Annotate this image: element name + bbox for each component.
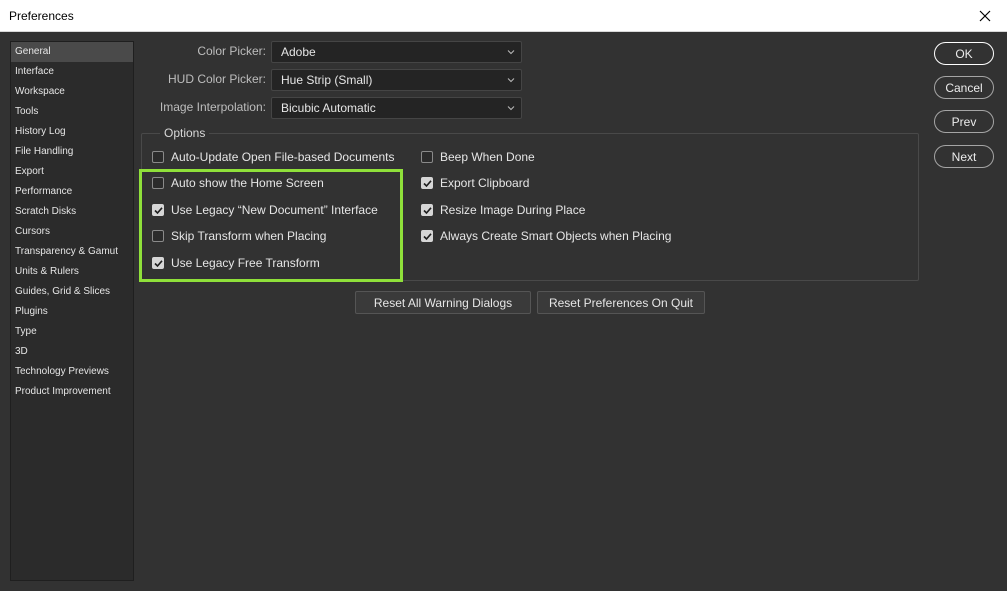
checkbox-box[interactable]: [421, 230, 433, 242]
checkbox-always-smart-objects[interactable]: Always Create Smart Objects when Placing: [421, 228, 671, 244]
sidebar-item-type[interactable]: Type: [11, 322, 133, 342]
reset-warning-dialogs-button[interactable]: Reset All Warning Dialogs: [355, 291, 531, 314]
checkmark-icon: [422, 232, 432, 240]
ok-button[interactable]: OK: [934, 42, 994, 65]
sidebar-item-file-handling[interactable]: File Handling: [11, 142, 133, 162]
sidebar-item-product-improvement[interactable]: Product Improvement: [11, 382, 133, 402]
close-button[interactable]: [963, 0, 1007, 32]
hud-color-picker-label: HUD Color Picker:: [167, 72, 266, 86]
checkbox-box[interactable]: [421, 151, 433, 163]
sidebar-item-transparency-gamut[interactable]: Transparency & Gamut: [11, 242, 133, 262]
checkbox-box[interactable]: [152, 177, 164, 189]
sidebar-item-workspace[interactable]: Workspace: [11, 82, 133, 102]
sidebar-item-scratch-disks[interactable]: Scratch Disks: [11, 202, 133, 222]
checkbox-box[interactable]: [152, 230, 164, 242]
checkbox-legacy-new-document[interactable]: Use Legacy “New Document” Interface: [152, 202, 378, 218]
checkbox-label: Skip Transform when Placing: [171, 229, 327, 243]
dialog-body: General Interface Workspace Tools Histor…: [0, 32, 1007, 591]
checkbox-skip-transform[interactable]: Skip Transform when Placing: [152, 228, 326, 244]
sidebar: General Interface Workspace Tools Histor…: [10, 41, 134, 581]
checkmark-icon: [422, 179, 432, 187]
checkmark-icon: [153, 259, 163, 267]
sidebar-item-guides-grid-slices[interactable]: Guides, Grid & Slices: [11, 282, 133, 302]
checkbox-label: Beep When Done: [440, 150, 535, 164]
checkbox-label: Use Legacy “New Document” Interface: [171, 203, 378, 217]
title-bar: Preferences: [0, 0, 1007, 32]
checkbox-label: Resize Image During Place: [440, 203, 586, 217]
color-picker-value: Adobe: [281, 45, 316, 59]
checkbox-auto-update-documents[interactable]: Auto-Update Open File-based Documents: [152, 149, 394, 165]
sidebar-item-technology-previews[interactable]: Technology Previews: [11, 362, 133, 382]
checkbox-box[interactable]: [421, 177, 433, 189]
sidebar-item-export[interactable]: Export: [11, 162, 133, 182]
checkbox-label: Export Clipboard: [440, 176, 530, 190]
reset-preferences-button[interactable]: Reset Preferences On Quit: [537, 291, 705, 314]
hud-color-picker-dropdown[interactable]: Hue Strip (Small): [271, 69, 522, 91]
hud-color-picker-value: Hue Strip (Small): [281, 73, 373, 87]
chevron-down-icon: [507, 106, 515, 111]
checkbox-beep-when-done[interactable]: Beep When Done: [421, 149, 535, 165]
cancel-button[interactable]: Cancel: [934, 76, 994, 99]
sidebar-item-interface[interactable]: Interface: [11, 62, 133, 82]
sidebar-item-cursors[interactable]: Cursors: [11, 222, 133, 242]
options-title: Options: [160, 126, 210, 140]
chevron-down-icon: [507, 78, 515, 83]
checkbox-label: Always Create Smart Objects when Placing: [440, 229, 672, 243]
checkbox-label: Auto-Update Open File-based Documents: [171, 150, 395, 164]
sidebar-item-units-rulers[interactable]: Units & Rulers: [11, 262, 133, 282]
checkbox-export-clipboard[interactable]: Export Clipboard: [421, 175, 529, 191]
image-interpolation-value: Bicubic Automatic: [281, 101, 376, 115]
sidebar-item-3d[interactable]: 3D: [11, 342, 133, 362]
checkbox-box[interactable]: [152, 257, 164, 269]
sidebar-item-performance[interactable]: Performance: [11, 182, 133, 202]
sidebar-item-general[interactable]: General: [11, 42, 133, 62]
color-picker-dropdown[interactable]: Adobe: [271, 41, 522, 63]
next-button[interactable]: Next: [934, 145, 994, 168]
checkbox-resize-image-place[interactable]: Resize Image During Place: [421, 202, 585, 218]
sidebar-item-tools[interactable]: Tools: [11, 102, 133, 122]
image-interpolation-label: Image Interpolation:: [159, 100, 266, 114]
window-title: Preferences: [9, 9, 74, 23]
sidebar-item-history-log[interactable]: History Log: [11, 122, 133, 142]
checkbox-legacy-free-transform[interactable]: Use Legacy Free Transform: [152, 255, 320, 271]
checkbox-label: Auto show the Home Screen: [171, 176, 324, 190]
color-picker-label: Color Picker:: [197, 44, 266, 58]
checkbox-auto-show-home-screen[interactable]: Auto show the Home Screen: [152, 175, 324, 191]
image-interpolation-dropdown[interactable]: Bicubic Automatic: [271, 97, 522, 119]
checkbox-box[interactable]: [421, 204, 433, 216]
sidebar-item-plugins[interactable]: Plugins: [11, 302, 133, 322]
checkmark-icon: [153, 206, 163, 214]
checkmark-icon: [422, 206, 432, 214]
close-icon: [979, 10, 991, 22]
checkbox-box[interactable]: [152, 204, 164, 216]
checkbox-label: Use Legacy Free Transform: [171, 256, 320, 270]
checkbox-box[interactable]: [152, 151, 164, 163]
chevron-down-icon: [507, 50, 515, 55]
prev-button[interactable]: Prev: [934, 110, 994, 133]
